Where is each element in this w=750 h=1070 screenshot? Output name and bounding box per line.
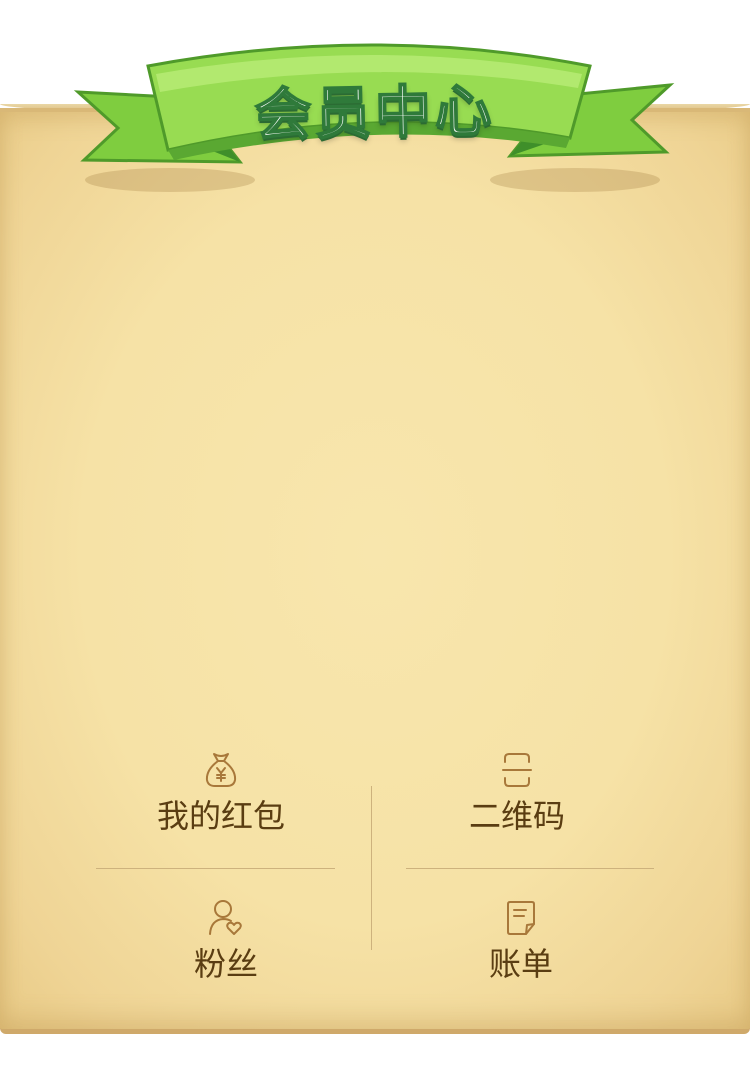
user-heart-icon [206,898,246,938]
qr-scan-icon [497,750,537,790]
menu-item-fans[interactable]: 粉丝 [96,898,356,1008]
menu-divider-left [96,868,335,869]
menu-item-label: 账单 [488,945,553,983]
menu-item-red-packet[interactable]: 我的红包 [91,750,351,860]
menu-item-label: 我的红包 [156,797,285,835]
money-bag-icon [201,750,241,790]
member-center-page: 会员中心 我的红包 二维码 粉丝 账单 [0,0,750,1070]
menu-divider-vertical [371,786,372,950]
bill-icon [501,898,541,938]
title-ribbon: 会员中心 [70,30,680,200]
menu-item-qr-code[interactable]: 二维码 [387,750,647,860]
menu-item-bill[interactable]: 账单 [391,898,651,1008]
menu-item-label: 二维码 [468,797,565,835]
menu-divider-right [406,868,654,869]
menu-item-label: 粉丝 [193,945,258,983]
page-title: 会员中心 [254,78,497,149]
parchment-background [0,108,750,1034]
